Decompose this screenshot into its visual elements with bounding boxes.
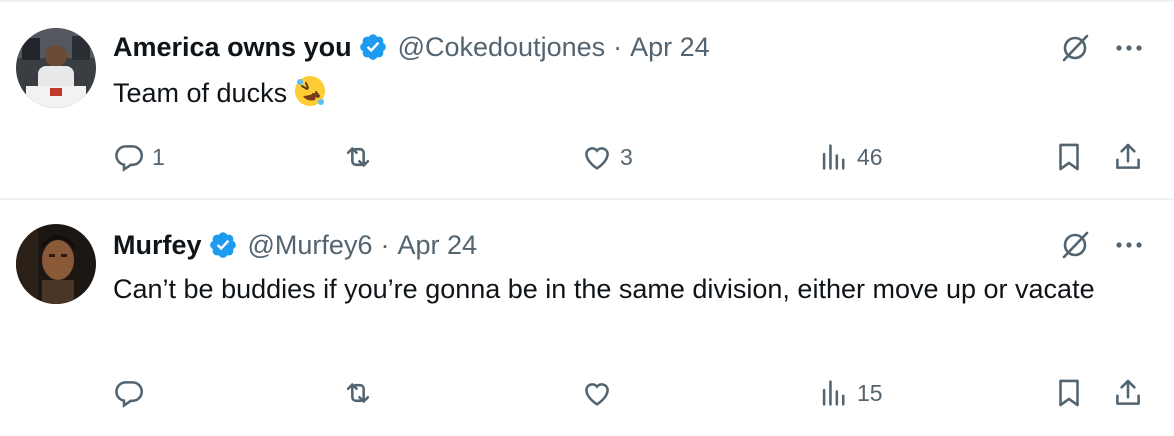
handle[interactable]: @Cokedoutjones bbox=[398, 32, 606, 63]
separator: · bbox=[380, 229, 390, 260]
retweet-icon bbox=[346, 383, 370, 403]
reply-button[interactable]: 1 bbox=[112, 137, 165, 177]
views-chart-icon bbox=[822, 380, 845, 406]
grok-icon[interactable] bbox=[1059, 32, 1091, 64]
avatar[interactable] bbox=[16, 224, 96, 304]
views-chart-icon bbox=[822, 144, 845, 170]
like-button[interactable]: 3 bbox=[580, 137, 633, 177]
more-options-icon[interactable] bbox=[1112, 229, 1146, 261]
retweet-button[interactable] bbox=[341, 373, 375, 413]
display-name[interactable]: America owns you bbox=[113, 32, 352, 63]
bookmark-icon bbox=[1059, 379, 1079, 407]
bookmark-button[interactable] bbox=[1052, 137, 1086, 177]
views-button[interactable]: 15 bbox=[817, 373, 883, 413]
timestamp[interactable]: Apr 24 bbox=[397, 230, 477, 261]
share-icon bbox=[1116, 143, 1140, 169]
view-count: 15 bbox=[857, 379, 883, 406]
heart-icon bbox=[585, 147, 609, 170]
bookmark-icon bbox=[1059, 143, 1079, 171]
avatar[interactable] bbox=[16, 28, 96, 108]
display-name[interactable]: Murfey bbox=[113, 230, 202, 261]
handle[interactable]: @Murfey6 bbox=[248, 230, 373, 261]
reply-icon bbox=[115, 381, 144, 408]
timestamp[interactable]: Apr 24 bbox=[630, 32, 710, 63]
tweet-body: Team of ducks bbox=[113, 78, 288, 108]
share-button[interactable] bbox=[1111, 137, 1145, 177]
verified-badge-icon bbox=[358, 32, 388, 62]
reply-count: 1 bbox=[152, 143, 165, 170]
share-button[interactable] bbox=[1111, 373, 1145, 413]
tweet-text: Can’t be buddies if you’re gonna be in t… bbox=[113, 274, 1095, 304]
grok-icon[interactable] bbox=[1059, 229, 1091, 261]
heart-icon bbox=[585, 383, 609, 406]
bookmark-button[interactable] bbox=[1052, 373, 1086, 413]
retweet-icon bbox=[346, 147, 370, 167]
tweet-text: Team of ducks bbox=[113, 74, 1143, 112]
tweet-header: America owns you @Cokedoutjones · Apr 24 bbox=[113, 29, 710, 65]
view-count: 46 bbox=[857, 143, 883, 170]
more-options-icon[interactable] bbox=[1112, 32, 1146, 64]
retweet-button[interactable] bbox=[341, 137, 375, 177]
action-bar: 15 bbox=[0, 373, 1174, 413]
views-button[interactable]: 46 bbox=[817, 137, 883, 177]
reply-button[interactable] bbox=[112, 373, 152, 413]
reply-icon bbox=[115, 145, 144, 172]
tweet-header: Murfey @Murfey6 · Apr 24 bbox=[113, 227, 477, 263]
rolling-laughing-emoji-icon bbox=[293, 74, 327, 108]
like-count: 3 bbox=[620, 143, 633, 170]
separator: · bbox=[613, 31, 623, 62]
share-icon bbox=[1116, 379, 1140, 405]
tweet[interactable]: Murfey @Murfey6 · Apr 24 Can’t be buddie… bbox=[0, 200, 1174, 436]
like-button[interactable] bbox=[580, 373, 620, 413]
action-bar: 1 3 46 bbox=[0, 137, 1174, 177]
tweet[interactable]: America owns you @Cokedoutjones · Apr 24… bbox=[0, 2, 1174, 200]
verified-badge-icon bbox=[208, 230, 238, 260]
